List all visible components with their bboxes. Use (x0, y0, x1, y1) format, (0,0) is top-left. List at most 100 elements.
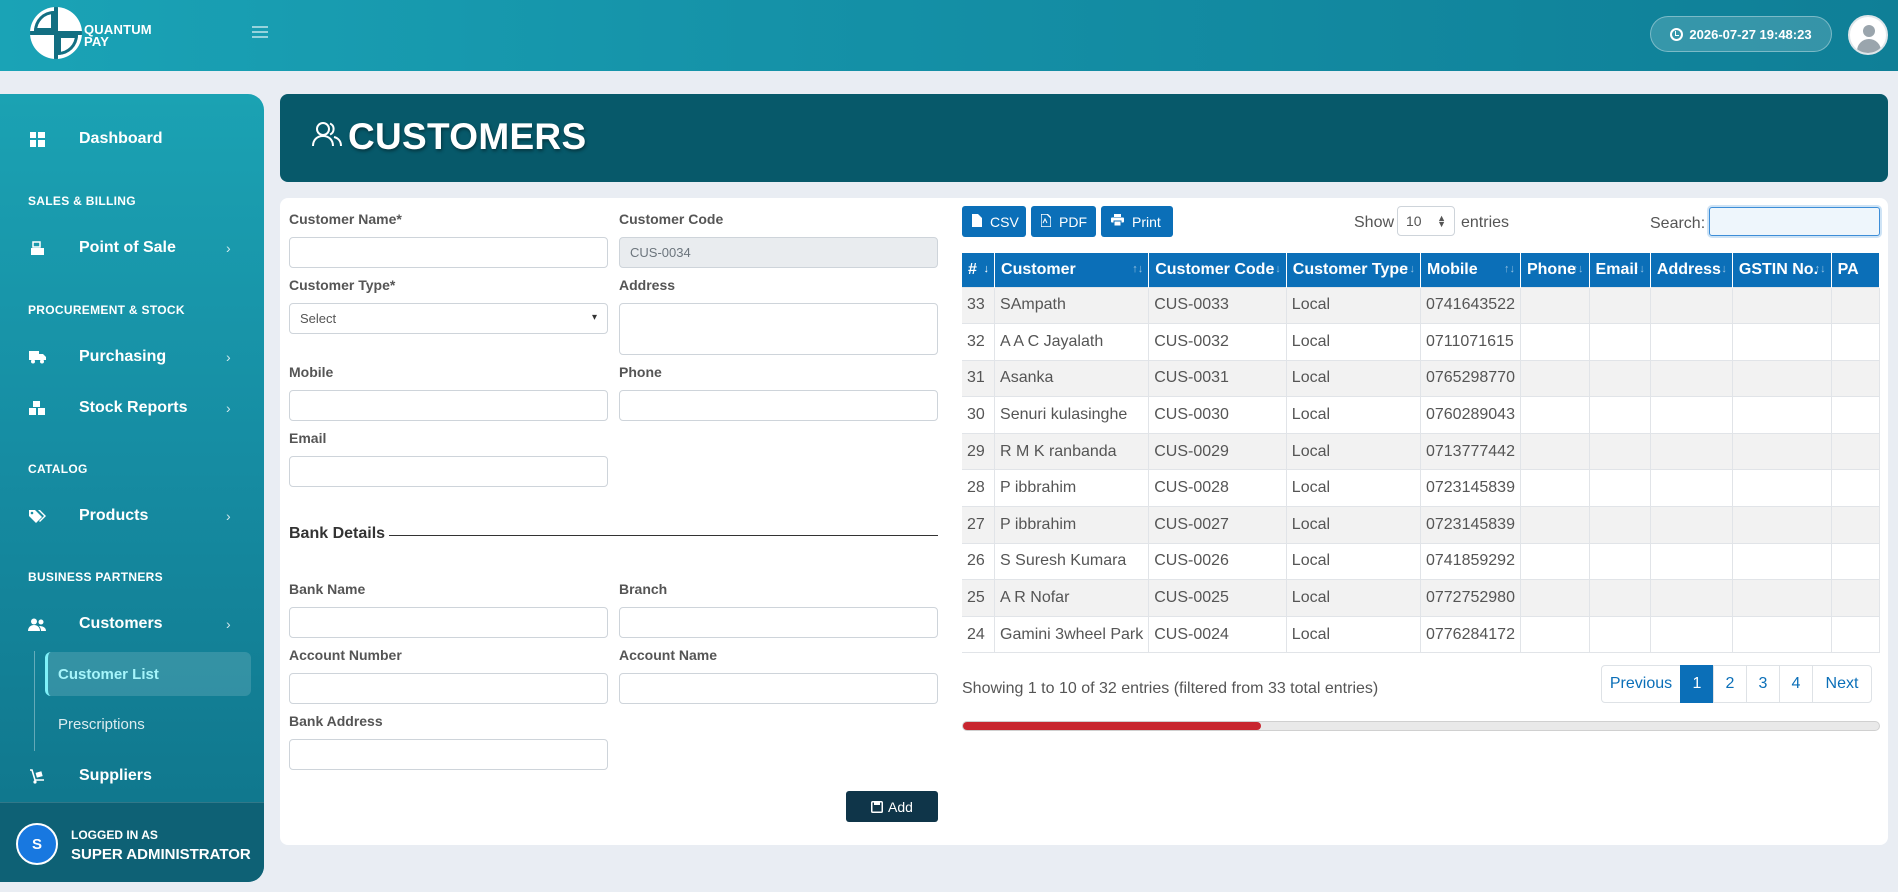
entries-length-value: 10 (1406, 213, 1422, 229)
table-row[interactable]: 27 P ibbrahim CUS-0027 Local 0723145839 (962, 506, 1880, 544)
table-cell: 0772752980 (1420, 579, 1521, 617)
sidebar-item-suppliers[interactable]: Suppliers (0, 756, 264, 796)
column-header[interactable]: Phone ↑↓ (1520, 253, 1590, 287)
table-cell: Local (1286, 432, 1421, 470)
column-header[interactable]: GSTIN No. ↑↓ (1732, 253, 1832, 287)
column-header[interactable]: # ↓ (962, 253, 996, 287)
table-cell: 29 (962, 432, 996, 470)
table-cell (1589, 396, 1651, 434)
table-cell: SAmpath (994, 286, 1150, 324)
column-header-label: PA (1837, 260, 1859, 278)
menu-toggle-icon[interactable] (252, 26, 268, 40)
pagination-page[interactable]: 3 (1746, 665, 1780, 703)
table-row[interactable]: 30 Senuri kulasinghe CUS-0030 Local 07602890… (962, 396, 1880, 434)
table-cell (1732, 286, 1832, 324)
table-cell: CUS-0026 (1148, 542, 1287, 580)
table-cell (1650, 396, 1733, 434)
table-row[interactable]: 25 A R Nofar CUS-0025 Local 0772752980 (962, 579, 1880, 617)
address-textarea[interactable] (619, 303, 938, 355)
quantum-pay-logo[interactable] (30, 7, 82, 59)
customer-name-input[interactable] (289, 237, 608, 268)
chevron-right-icon: › (226, 240, 231, 256)
table-cell: P ibbrahim (994, 469, 1150, 507)
table-cell (1831, 579, 1880, 617)
entries-length-select[interactable]: 10 ▲ ▼ (1397, 206, 1455, 236)
customers-table: # ↓ Customer ↑↓ Customer Code ↑↓ Customer Type… (962, 253, 1880, 653)
page-title: CUSTOMERS (348, 116, 587, 157)
column-header[interactable]: Address ↑↓ (1650, 253, 1733, 287)
sort-icon: ↑↓ (1715, 263, 1727, 275)
mobile-input[interactable] (289, 390, 608, 421)
table-cell: Local (1286, 469, 1421, 507)
dashboard-icon (28, 130, 46, 148)
user-initial-avatar[interactable]: S (16, 823, 58, 865)
pdf-export-button[interactable]: PDF (1031, 206, 1096, 237)
sidebar-item-customer-list[interactable]: Customer List (45, 652, 251, 696)
table-cell (1589, 359, 1651, 397)
table-cell: 0723145839 (1420, 469, 1521, 507)
add-button[interactable]: Add (846, 791, 938, 822)
bank-name-input[interactable] (289, 607, 608, 638)
table-cell (1732, 359, 1832, 397)
sidebar-item-customers[interactable]: Customers › (0, 604, 264, 644)
table-cell: 30 (962, 396, 996, 434)
datetime-text: 2026-07-27 19:48:23 (1689, 26, 1812, 42)
bank-name-label: Bank Name (289, 581, 366, 597)
csv-export-button[interactable]: CSV (962, 206, 1026, 237)
customer-code-input (619, 237, 938, 268)
sidebar-item-purchasing[interactable]: Purchasing › (0, 337, 264, 377)
sidebar-item-products[interactable]: Products › (0, 496, 264, 536)
table-cell (1589, 542, 1651, 580)
table-cell (1520, 506, 1590, 544)
print-button[interactable]: Print (1101, 206, 1173, 237)
table-row[interactable]: 24 Gamini 3wheel Park CUS-0024 Local 0776284… (962, 615, 1880, 653)
email-input[interactable] (289, 456, 608, 487)
column-header[interactable]: PA (1831, 253, 1880, 287)
sidebar-item-dashboard[interactable]: Dashboard (0, 119, 264, 159)
sidebar-item-prescriptions[interactable]: Prescriptions (45, 702, 251, 746)
customer-type-label: Customer Type* (289, 277, 396, 293)
table-row[interactable]: 31 Asanka CUS-0031 Local 0765298770 (962, 359, 1880, 397)
table-search-input[interactable] (1709, 207, 1880, 236)
table-row[interactable]: 29 R M K ranbanda CUS-0029 Local 0713777442 (962, 432, 1880, 470)
horizontal-scrollbar[interactable] (962, 721, 1880, 731)
pagination-next[interactable]: Next (1812, 665, 1872, 703)
column-header[interactable]: Mobile ↑↓ (1420, 253, 1521, 287)
table-cell (1520, 469, 1590, 507)
sidebar-item-stock-reports[interactable]: Stock Reports › (0, 388, 264, 428)
table-row[interactable]: 26 S Suresh Kumara CUS-0026 Local 0741859292 (962, 542, 1880, 580)
table-row[interactable]: 32 A A C Jayalath CUS-0032 Local 0711071615 (962, 323, 1880, 361)
column-header[interactable]: Customer ↑↓ (994, 253, 1150, 287)
branch-input[interactable] (619, 607, 938, 638)
table-row[interactable]: 33 SAmpath CUS-0033 Local 0741643522 (962, 286, 1880, 324)
account-number-input[interactable] (289, 673, 608, 704)
table-cell (1650, 615, 1733, 653)
column-header[interactable]: Email ↑↓ (1589, 253, 1651, 287)
bank-address-input[interactable] (289, 739, 608, 770)
pagination-page[interactable]: 4 (1779, 665, 1813, 703)
scrollbar-thumb[interactable] (963, 722, 1261, 730)
truck-icon (28, 348, 46, 366)
pagination-previous[interactable]: Previous (1601, 665, 1681, 703)
section-procurement-stock: PROCUREMENT & STOCK (28, 303, 185, 317)
sort-icon: ↑↓ (1269, 263, 1281, 275)
pagination-page[interactable]: 1 (1680, 665, 1714, 703)
customer-type-select[interactable]: Select (289, 303, 608, 334)
table-cell (1732, 432, 1832, 470)
table-cell (1520, 579, 1590, 617)
sort-icon: ↑↓ (1814, 263, 1826, 275)
table-cell: 27 (962, 506, 996, 544)
sidebar-item-point-of-sale[interactable]: Point of Sale › (0, 228, 264, 268)
pagination-page[interactable]: 2 (1713, 665, 1747, 703)
phone-input[interactable] (619, 390, 938, 421)
table-cell (1650, 359, 1733, 397)
table-cell: Gamini 3wheel Park (994, 615, 1150, 653)
table-row[interactable]: 28 P ibbrahim CUS-0028 Local 0723145839 (962, 469, 1880, 507)
table-cell (1650, 469, 1733, 507)
account-name-input[interactable] (619, 673, 938, 704)
user-avatar[interactable] (1848, 15, 1888, 55)
column-header-label: Customer Type (1292, 260, 1409, 278)
phone-label: Phone (619, 364, 662, 380)
column-header[interactable]: Customer Code ↑↓ (1148, 253, 1287, 287)
column-header[interactable]: Customer Type ↑↓ (1286, 253, 1421, 287)
